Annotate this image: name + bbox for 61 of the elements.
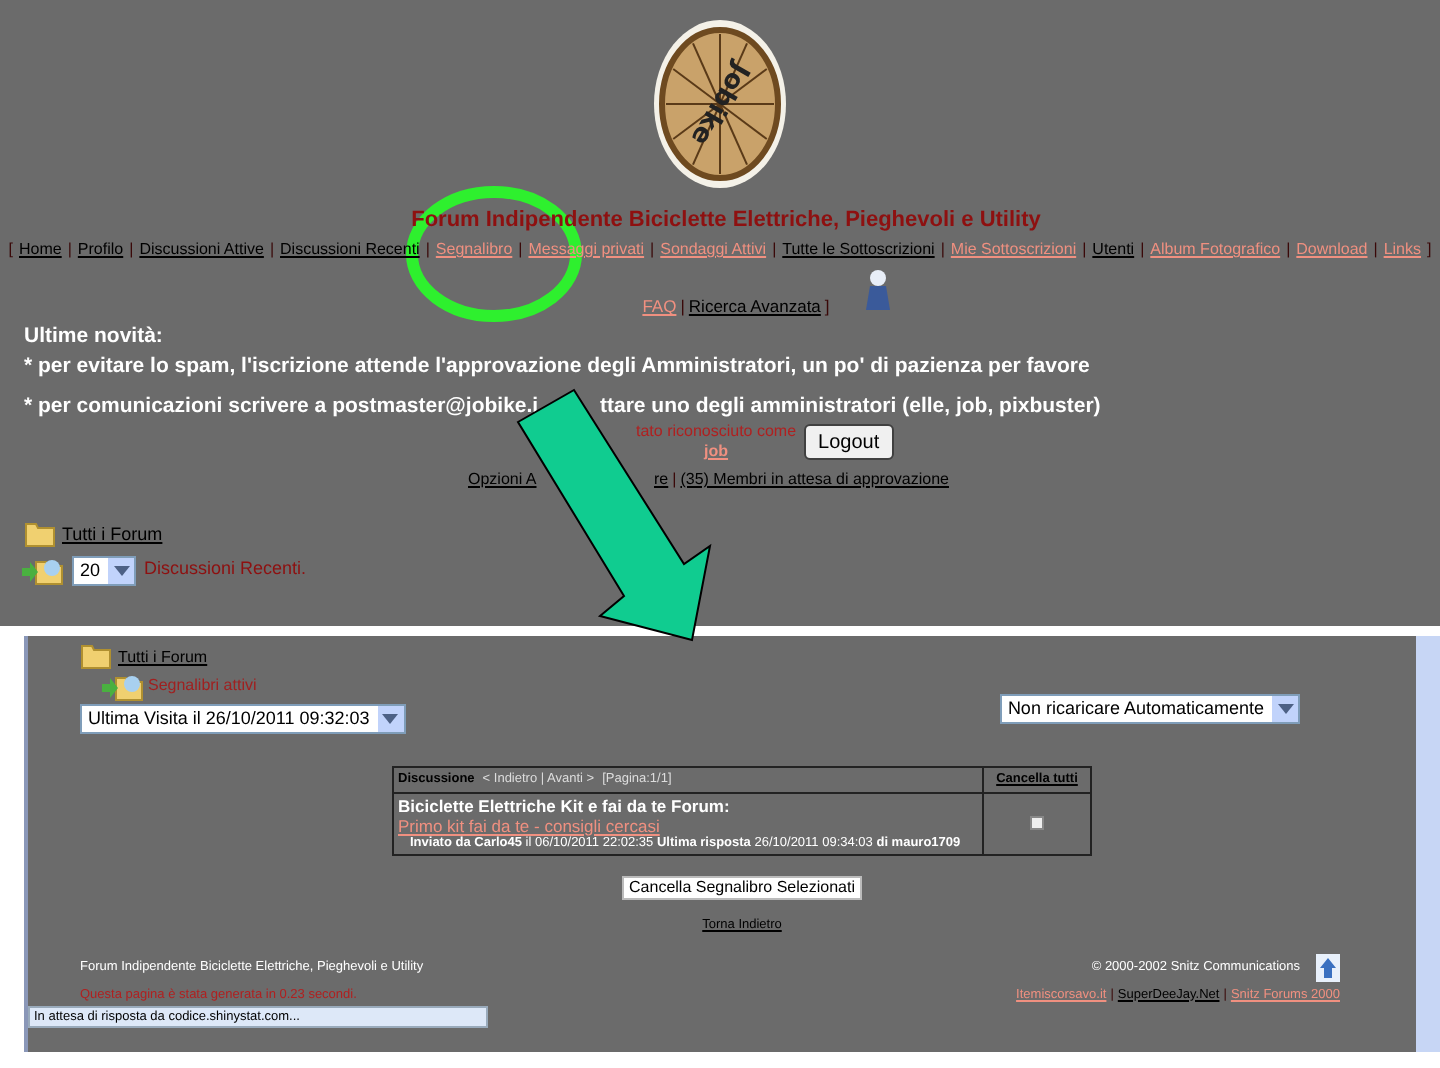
news-text: * per evitare lo spam, l'iscrizione attende l'approvazione degli Amministratori, un po' di pazienza per favore (24, 352, 1092, 380)
logout-button[interactable]: Logout (804, 424, 894, 460)
folder-arrow-icon (100, 670, 144, 702)
row-checkbox[interactable] (1030, 816, 1044, 831)
nav-link[interactable]: Discussioni Attive (139, 238, 264, 260)
count-select[interactable]: 20 (72, 555, 137, 585)
separator: | (425, 238, 430, 260)
nav-link[interactable]: Album Fotografico (1150, 238, 1281, 260)
separator: | (1140, 238, 1145, 260)
nav-link[interactable]: Links (1383, 238, 1421, 260)
nav-link[interactable]: Home (19, 238, 62, 260)
pending-members-link[interactable]: (35) Membri in attesa di approvazione (680, 468, 949, 492)
news-text: ttare uno degli amministratori (elle, job, pixbuster) (600, 392, 1101, 420)
all-forums-link[interactable]: Tutti i Forum (62, 521, 163, 548)
folder-arrow-icon (20, 554, 64, 586)
separator: | (1286, 238, 1291, 260)
separator: | (1373, 238, 1378, 260)
separator: | (772, 238, 777, 260)
separator: | (518, 238, 523, 260)
separator: | (940, 238, 945, 260)
separator: | (269, 238, 275, 260)
nav-link[interactable]: Download (1296, 238, 1368, 260)
scrollbar[interactable] (1416, 636, 1440, 1052)
folder-icon (24, 520, 56, 548)
dropdown-arrow-icon (1277, 704, 1293, 714)
separator: | (650, 238, 655, 260)
separator: | (1082, 238, 1087, 260)
all-forums-link[interactable]: Tutti i Forum (118, 646, 208, 670)
reload-select[interactable]: Non ricaricare Automaticamente (999, 694, 1300, 724)
options-link[interactable]: Opzioni A (468, 470, 537, 488)
bracket: ] (824, 294, 830, 320)
dropdown-arrow-icon (113, 565, 130, 575)
options-link[interactable]: re (654, 468, 669, 492)
delete-bookmarks-button[interactable]: Cancella Segnalibro Selezionati (621, 875, 863, 900)
dropdown-arrow-icon (382, 714, 399, 724)
separator: | (129, 238, 134, 260)
separator: | (672, 468, 677, 492)
nav-link[interactable]: Sondaggi Attivi (660, 238, 767, 260)
topic-link[interactable]: Primo kit fai da te - consigli cercasi (398, 815, 660, 836)
nav-link[interactable]: Utenti (1092, 238, 1135, 260)
recent-label: Discussioni Recenti. (144, 556, 307, 583)
nav-link[interactable]: Mie Sottoscrizioni (950, 238, 1077, 260)
news-heading: Ultime novità: (24, 322, 165, 350)
nav-link[interactable]: Tutte le Sottoscrizioni (782, 238, 935, 260)
nav-link[interactable]: Segnalibro (435, 238, 513, 260)
separator: | (67, 238, 72, 260)
bracket: ] (1427, 238, 1432, 260)
separator: | (680, 294, 685, 320)
news-text: * per comunicazioni scrivere a postmaster@jobike.i (24, 394, 539, 418)
last-visit-select[interactable]: Ultima Visita il 26/10/2011 09:32:03 (80, 704, 406, 734)
folder-icon (80, 642, 112, 670)
login-message: tato riconosciuto come (636, 422, 797, 442)
up-arrow-icon[interactable] (1316, 953, 1340, 981)
figure-icon (861, 268, 894, 312)
faq-link[interactable]: FAQ (642, 294, 677, 320)
bookmarks-label: Segnalibri attivi (148, 674, 257, 698)
forum-name: Biciclette Elettriche Kit e fai da te Forum: (398, 795, 730, 816)
search-link[interactable]: Ricerca Avanzata (688, 294, 821, 320)
nav-link[interactable]: Profilo (77, 238, 124, 260)
bracket: [ (8, 238, 13, 260)
user-link[interactable]: job (704, 442, 729, 462)
